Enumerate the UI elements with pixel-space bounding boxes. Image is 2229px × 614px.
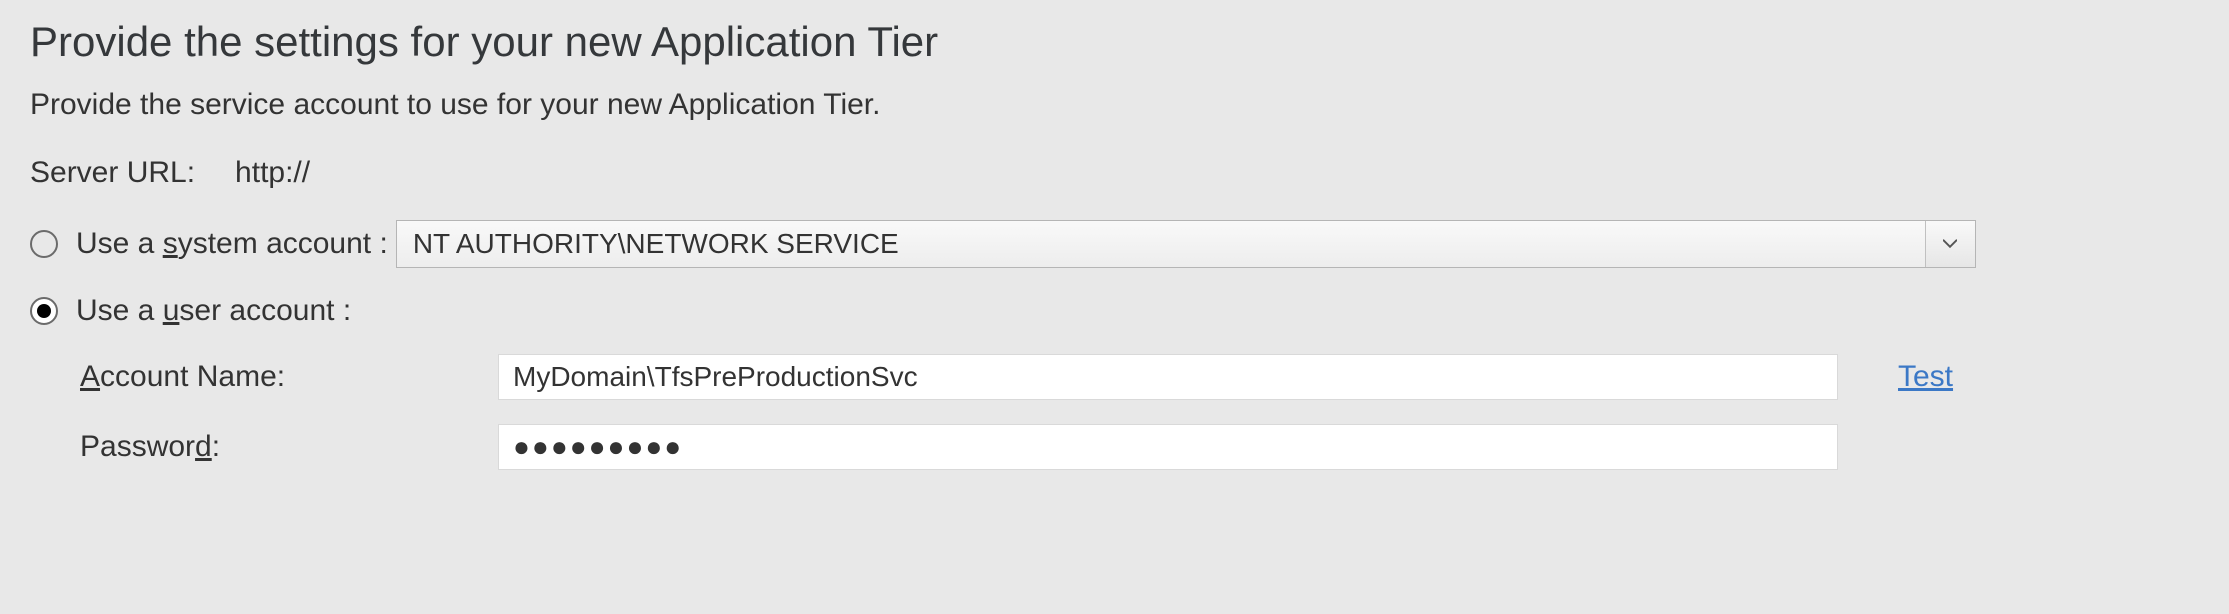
system-account-selected: NT AUTHORITY\NETWORK SERVICE [397, 221, 1925, 267]
user-account-radio[interactable] [30, 297, 58, 325]
server-url-row: Server URL: http:// [30, 156, 2199, 190]
page-title: Provide the settings for your new Applic… [30, 18, 2199, 66]
system-account-row: Use a system account : NT AUTHORITY\NETW… [30, 220, 2199, 268]
page-description: Provide the service account to use for y… [30, 88, 2199, 122]
password-label: Password: [80, 430, 498, 464]
account-name-label: Account Name: [80, 360, 498, 394]
system-account-radio[interactable] [30, 230, 58, 258]
user-account-label[interactable]: Use a user account : [76, 294, 351, 328]
system-account-dropdown[interactable]: NT AUTHORITY\NETWORK SERVICE [396, 220, 1976, 268]
dropdown-arrow-icon[interactable] [1925, 221, 1975, 267]
account-name-input[interactable] [498, 354, 1838, 400]
server-url-label: Server URL: [30, 156, 195, 190]
password-input[interactable] [498, 424, 1838, 470]
account-name-row: Account Name: Test [80, 354, 2199, 400]
server-url-value: http:// [235, 156, 310, 190]
password-row: Password: [80, 424, 2199, 470]
test-link[interactable]: Test [1898, 360, 1953, 394]
user-account-row: Use a user account : [30, 294, 2199, 328]
system-account-label[interactable]: Use a system account : [76, 227, 388, 261]
